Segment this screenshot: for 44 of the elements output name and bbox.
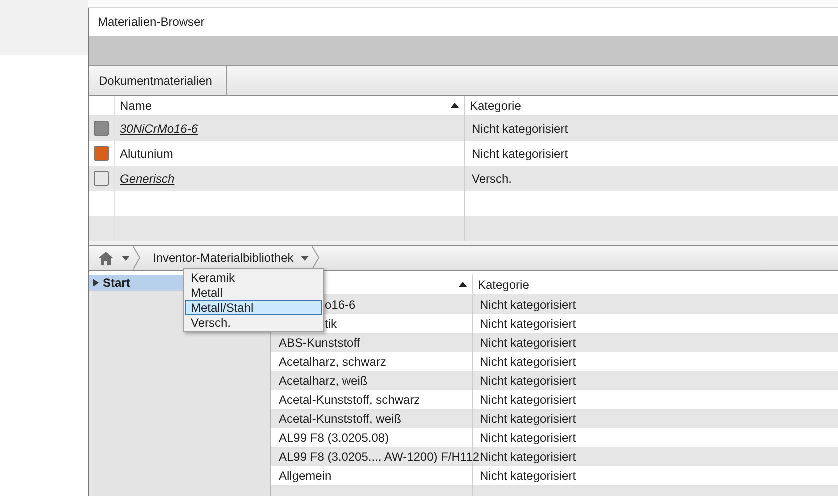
home-icon[interactable] xyxy=(99,252,113,264)
column-header[interactable]: Kategorie xyxy=(473,275,838,294)
table-cell-text: Nicht kategorisiert xyxy=(472,120,568,138)
table-cell-text: Nicht kategorisiert xyxy=(480,468,576,484)
table-cell-text: AL99 F8 (3.0205.... AW-1200) F/H112 xyxy=(279,448,480,466)
material-name: 30NiCrMo16-6 xyxy=(120,120,198,138)
table-cell-text: Nicht kategorisiert xyxy=(480,354,576,370)
table-cell-text: tik xyxy=(325,316,337,332)
table-cell-text: Acetalharz, schwarz xyxy=(279,354,386,370)
breadcrumb-separator-icon xyxy=(133,246,141,270)
table-cell-text: ABS-Kunststoff xyxy=(279,334,360,352)
table-cell-text: Nicht kategorisiert xyxy=(480,296,576,314)
table-cell-text: Nicht kategorisiert xyxy=(480,448,576,466)
column-header[interactable]: Kategorie xyxy=(465,96,838,115)
material-name: Alutunium xyxy=(120,146,174,162)
table-cell-text: o16-6 xyxy=(325,296,356,314)
table-row[interactable]: 30NiCrMo16-6 Nicht kategorisiert xyxy=(89,116,838,141)
table-cell-text: Nicht kategorisiert xyxy=(480,316,576,332)
dropdown-caret-icon[interactable] xyxy=(122,256,130,260)
column-header[interactable]: Name xyxy=(115,96,465,115)
table-row[interactable]: Generisch Versch. xyxy=(89,166,838,191)
material-name: Generisch xyxy=(120,170,175,188)
table-cell-text: Nicht kategorisiert xyxy=(480,334,576,352)
table-cell-text: Nicht kategorisiert xyxy=(480,430,576,446)
table-cell-text: Nicht kategorisiert xyxy=(472,146,568,162)
table-cell-text: Nicht kategorisiert xyxy=(480,410,576,428)
table-cell-text: AL99 F8 (3.0205.08) xyxy=(279,430,390,446)
table-cell-text: Acetal-Kunststoff, schwarz xyxy=(279,392,420,408)
table-cell-text: Versch. xyxy=(472,170,512,188)
table-cell-text: Nicht kategorisiert xyxy=(480,392,576,408)
window-title: Materialien-Browser xyxy=(98,14,205,31)
table-row[interactable]: Acetal-Kunststoff, weiß Nicht kategorisiert xyxy=(271,409,838,428)
table-cell-text: Acetalharz, weiß xyxy=(279,372,368,390)
expand-arrow-icon[interactable] xyxy=(93,279,99,287)
dropdown-caret-icon[interactable] xyxy=(300,256,309,260)
table-cell-text: Nicht kategorisiert xyxy=(480,372,576,390)
library-breadcrumb[interactable]: Inventor-Materialbibliothek xyxy=(153,249,294,267)
table-row[interactable]: AL99 F8 (3.0205.... AW-1200) F/H112Nicht kategorisiert xyxy=(271,447,838,466)
table-row[interactable]: Acetalharz, weiß Nicht kategorisiert xyxy=(271,371,838,390)
table-cell-text: Acetal-Kunststoff, weiß xyxy=(279,410,402,428)
table-row[interactable]: ABS-Kunststoff Nicht kategorisiert xyxy=(271,333,838,352)
menu-item[interactable]: Metall/Stahl xyxy=(185,300,322,315)
breadcrumb-item[interactable]: Dokumentmaterialien xyxy=(89,66,228,95)
table-cell-text: Allgemein xyxy=(279,468,332,484)
